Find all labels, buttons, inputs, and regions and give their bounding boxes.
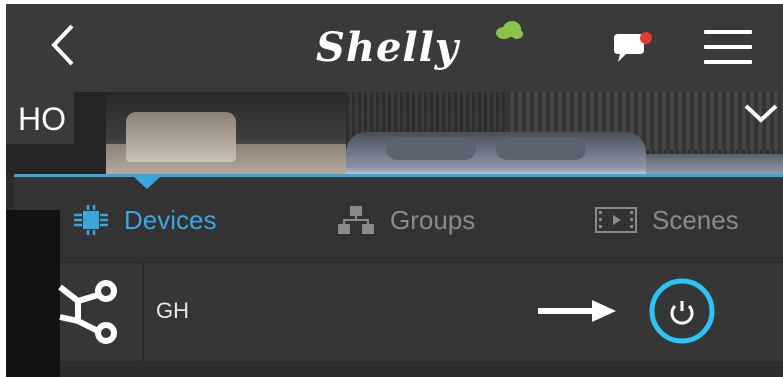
chevron-left-icon[interactable] (40, 20, 88, 70)
tab-groups-label: Groups (390, 204, 476, 235)
groups-icon (338, 206, 374, 234)
tab-scenes-label: Scenes (652, 204, 739, 235)
app-screen: Shelly HO Devices Groups Scenes GH (6, 4, 783, 377)
tab-scenes[interactable]: Scenes (594, 200, 739, 240)
chevron-down-icon[interactable] (742, 100, 780, 126)
room-banner[interactable]: HO (6, 92, 783, 176)
tab-devices-label: Devices (124, 204, 217, 235)
room-name: HO (6, 92, 74, 144)
tab-indicator (14, 174, 783, 177)
device-icon-box (58, 263, 144, 361)
device-name: GH (156, 298, 189, 323)
network-nodes-icon (58, 280, 117, 344)
chat-notification-icon[interactable] (610, 30, 658, 66)
hamburger-menu-icon[interactable] (704, 26, 756, 68)
notification-dot (640, 32, 652, 44)
device-row[interactable]: GH (58, 262, 783, 361)
tab-indicator-notch (134, 177, 160, 189)
side-strip (6, 210, 60, 377)
chip-icon (74, 205, 108, 235)
power-icon[interactable] (648, 277, 716, 345)
arrow-right-icon (538, 300, 616, 322)
logo-text: Shelly (316, 24, 460, 71)
next-row (60, 362, 783, 377)
scenes-icon (595, 207, 637, 233)
tab-devices[interactable]: Devices (72, 200, 216, 240)
top-app-bar: Shelly (6, 4, 783, 92)
cloud-icon (496, 21, 523, 39)
tab-groups[interactable]: Groups (336, 200, 475, 240)
shelly-logo: Shelly (306, 16, 526, 76)
room-photo-chair (126, 112, 236, 162)
